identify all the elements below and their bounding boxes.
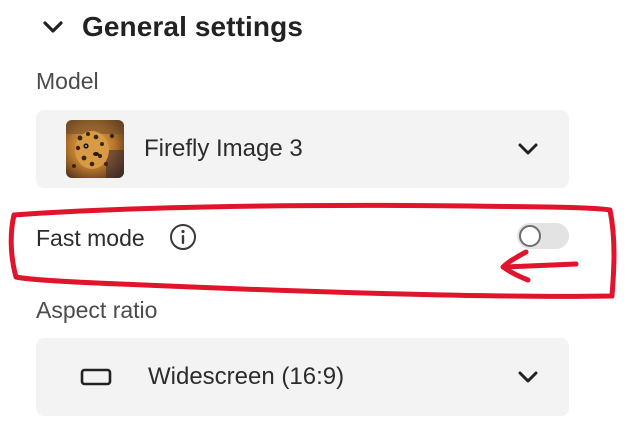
model-thumbnail-image — [66, 120, 124, 178]
aspect-ratio-selected-value: Widescreen (16:9) — [148, 363, 345, 390]
chevron-down-icon — [515, 369, 541, 385]
chevron-down-icon — [515, 141, 541, 157]
aspect-ratio-label: Aspect ratio — [36, 297, 158, 323]
widescreen-rectangle-icon — [80, 368, 112, 386]
info-icon[interactable] — [168, 222, 198, 252]
model-picker[interactable]: Firefly Image 3 — [36, 110, 569, 188]
aspect-ratio-picker[interactable]: Widescreen (16:9) — [36, 338, 569, 416]
section-header-general-settings[interactable]: General settings — [40, 6, 303, 48]
model-label: Model — [36, 68, 99, 94]
model-selected-value: Firefly Image 3 — [144, 135, 303, 162]
fast-mode-label: Fast mode — [36, 225, 145, 251]
chevron-down-icon — [40, 14, 66, 40]
section-title: General settings — [82, 11, 304, 42]
fast-mode-toggle[interactable] — [517, 223, 569, 249]
fast-mode-row: Fast mode — [36, 218, 569, 260]
toggle-knob — [519, 225, 541, 247]
